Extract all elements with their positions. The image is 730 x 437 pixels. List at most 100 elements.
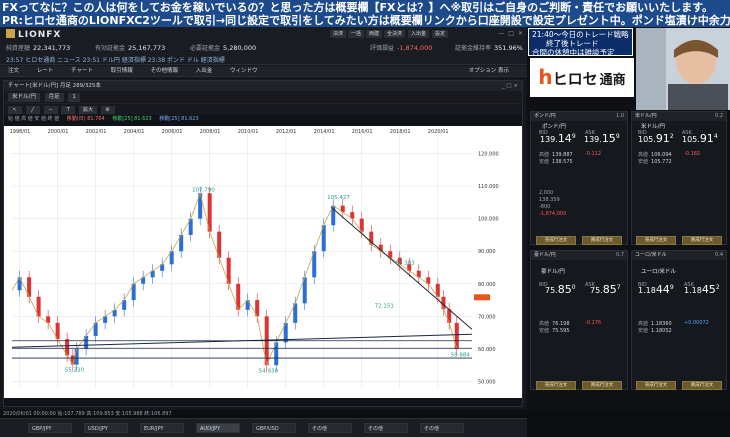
chart-toolbar: 米ドル/円 月足 1	[4, 91, 522, 103]
top-button-settings[interactable]: 設定	[432, 30, 449, 38]
ask-price-audjpy[interactable]: 75.857	[590, 283, 621, 296]
y-tick-label: 90.000	[478, 249, 496, 255]
indicator-legend: 始 値 高 値 安 値 終 値 移動(日) 81.764 移動[25] 81.6…	[4, 115, 522, 124]
top-button-deposit[interactable]: 入出金	[408, 30, 430, 38]
pair-tab-gbpjpy[interactable]: GBP/JPY	[28, 423, 72, 433]
pair-tab-other-2[interactable]: その他	[364, 423, 408, 433]
bid-price-gbpjpy[interactable]: 139.149	[540, 132, 576, 145]
pair-tab-other-1[interactable]: その他	[308, 423, 352, 433]
buy-market-button-gbpjpy[interactable]: 買成行注文	[582, 236, 622, 245]
x-tick-label: 2018/01	[390, 129, 411, 135]
x-tick-label: 2010/01	[238, 129, 259, 135]
change-audjpy: -0.176	[585, 320, 602, 326]
low-usdjpy: 安値 105.772	[638, 159, 672, 165]
news-ticker[interactable]: 23:57 ヒロセ通商 ニュース 23:51 ドル円 経済指標 23:38 ポン…	[6, 55, 225, 64]
current-price-tag	[474, 294, 490, 301]
trading-app-window: LIONFX 純資産額 22,341,773 有効証拠金 25,167,773 必要…	[0, 27, 527, 437]
text-tool-icon[interactable]: T	[61, 105, 76, 114]
maximize-icon[interactable]: □	[508, 30, 514, 37]
bid-price-eurusd[interactable]: 1.18449	[638, 283, 674, 296]
pair-name-eurusd: ユーロ/米ドル	[641, 269, 676, 275]
menu-options[interactable]: オプション 表示	[469, 66, 509, 77]
change-eurusd: +0.00072	[684, 320, 709, 326]
menu-deposit[interactable]: 入出金	[196, 68, 213, 74]
high-gbpjpy: 高値 139.887	[539, 152, 573, 158]
price-annotation: 107.790	[192, 187, 215, 193]
top-button-hedge[interactable]: 両建	[366, 30, 383, 38]
bid-price-audjpy[interactable]: 75.850	[545, 283, 576, 296]
price-chart[interactable]: 120.000 110.000 100.000 90.000 80.000 70.000 6…	[4, 126, 522, 398]
stat-net-assets: 純資産額 22,341,773	[6, 44, 71, 52]
stat-margin-ratio: 証拠金維持率 351.96%	[455, 44, 523, 52]
x-tick-label: 2006/01	[162, 129, 183, 135]
hline-tool-icon[interactable]: ─	[43, 105, 58, 114]
buy-market-button-eurusd[interactable]: 買成行注文	[682, 381, 722, 390]
ask-price-gbpjpy[interactable]: 139.159	[584, 132, 620, 145]
position-qty: 2,000	[539, 190, 554, 196]
pair-tab-gbpusd[interactable]: GBP/USD	[252, 423, 296, 433]
x-tick-label: 2012/01	[276, 129, 297, 135]
chart-window: チャート[米ドル/円] 月足 289/325本 _ □ × 米ドル/円 月足 1 …	[3, 80, 523, 407]
bid-price-usdjpy[interactable]: 105.912	[638, 132, 674, 145]
rate-panel-audjpy-title: 豪ドル/円 0.7	[531, 251, 627, 260]
legend-ohlc: 始 値 高 値 安 値 終 値	[8, 116, 60, 122]
price-annotation: 85.303	[396, 261, 416, 267]
change-usdjpy: -0.182	[684, 151, 701, 157]
count-select[interactable]: 1	[68, 93, 80, 102]
high-eurusd: 高値 1.18360	[638, 321, 672, 327]
close-icon[interactable]: ×	[518, 30, 523, 37]
menu-rate[interactable]: レート	[37, 68, 54, 74]
position-avg: 138.359	[539, 197, 560, 203]
sell-market-button-usdjpy[interactable]: 売成行注文	[636, 236, 676, 245]
timeframe-select[interactable]: 月足	[44, 93, 64, 102]
chart-window-controls[interactable]: _ □ ×	[502, 81, 518, 91]
y-tick-label: 50.000	[478, 379, 496, 385]
drawing-toolbar: ↖ ╱ ─ T 拡大 ⚙	[4, 103, 522, 115]
line-tool-icon[interactable]: ╱	[25, 105, 40, 114]
pair-name-usdjpy: 米ドル/円	[641, 124, 665, 130]
price-annotation: 105.427	[327, 195, 350, 201]
change-gbpjpy: -0.112	[585, 151, 602, 157]
top-button-bulk[interactable]: 一括	[348, 30, 365, 38]
menu-trade-info[interactable]: 取引情報	[111, 68, 133, 74]
app-logo: LIONFX	[6, 29, 61, 41]
low-audjpy: 安値 75.595	[539, 328, 570, 334]
webcam-feed	[636, 28, 730, 110]
menu-other-info[interactable]: その他情報	[151, 68, 179, 74]
overlay-line-1: 21:40～今日のトレード戦略	[532, 30, 629, 39]
minimize-icon[interactable]: —	[498, 30, 504, 37]
top-button-settle[interactable]: 決済	[330, 30, 347, 38]
cursor-tool-icon[interactable]: ↖	[8, 105, 22, 114]
stat-unrealized-pl: 評価損益 -1,874,000	[370, 44, 433, 52]
menu-chart[interactable]: チャート	[71, 68, 93, 74]
x-tick-label: 2002/01	[86, 129, 107, 135]
pair-tab-usdjpy[interactable]: USD/JPY	[84, 423, 128, 433]
pair-tab-audjpy[interactable]: AUD/JPY	[196, 423, 240, 433]
ask-price-eurusd[interactable]: 1.18452	[684, 283, 720, 296]
position-pl: -1,874,000	[539, 211, 567, 217]
menu-order[interactable]: 注文	[8, 68, 19, 74]
pair-tab-other-3[interactable]: その他	[420, 423, 464, 433]
buy-market-button-usdjpy[interactable]: 買成行注文	[682, 236, 722, 245]
window-controls: — □ ×	[494, 30, 523, 37]
x-tick-label: 2008/01	[200, 129, 221, 135]
ask-price-usdjpy[interactable]: 105.914	[682, 132, 718, 145]
bottom-pair-tabs: GBP/JPY USD/JPY EUR/JPY AUD/JPY GBP/USD …	[0, 418, 527, 437]
sell-market-button-audjpy[interactable]: 売成行注文	[536, 381, 576, 390]
x-tick-label: 2020/01	[428, 129, 449, 135]
account-top-bar: LIONFX 純資産額 22,341,773 有効証拠金 25,167,773 必要…	[0, 27, 527, 65]
price-chart-svg[interactable]: 120.000 110.000 100.000 90.000 80.000 70.000 6…	[4, 126, 522, 398]
pair-name-audjpy: 豪ドル/円	[541, 269, 565, 275]
x-tick-label: 2004/01	[124, 129, 145, 135]
price-annotation: 55.230	[65, 367, 85, 373]
zoom-in-icon[interactable]: 拡大	[79, 105, 97, 114]
buy-market-button-audjpy[interactable]: 買成行注文	[582, 381, 622, 390]
symbol-select[interactable]: 米ドル/円	[8, 93, 40, 102]
sell-market-button-gbpjpy[interactable]: 売成行注文	[536, 236, 576, 245]
y-tick-label: 110.000	[478, 184, 499, 190]
sell-market-button-eurusd[interactable]: 売成行注文	[636, 381, 676, 390]
menu-window[interactable]: ウィンドウ	[230, 68, 258, 74]
top-button-close-all[interactable]: 全決済	[384, 30, 406, 38]
pair-tab-eurjpy[interactable]: EUR/JPY	[140, 423, 184, 433]
settings-icon[interactable]: ⚙	[100, 105, 115, 114]
